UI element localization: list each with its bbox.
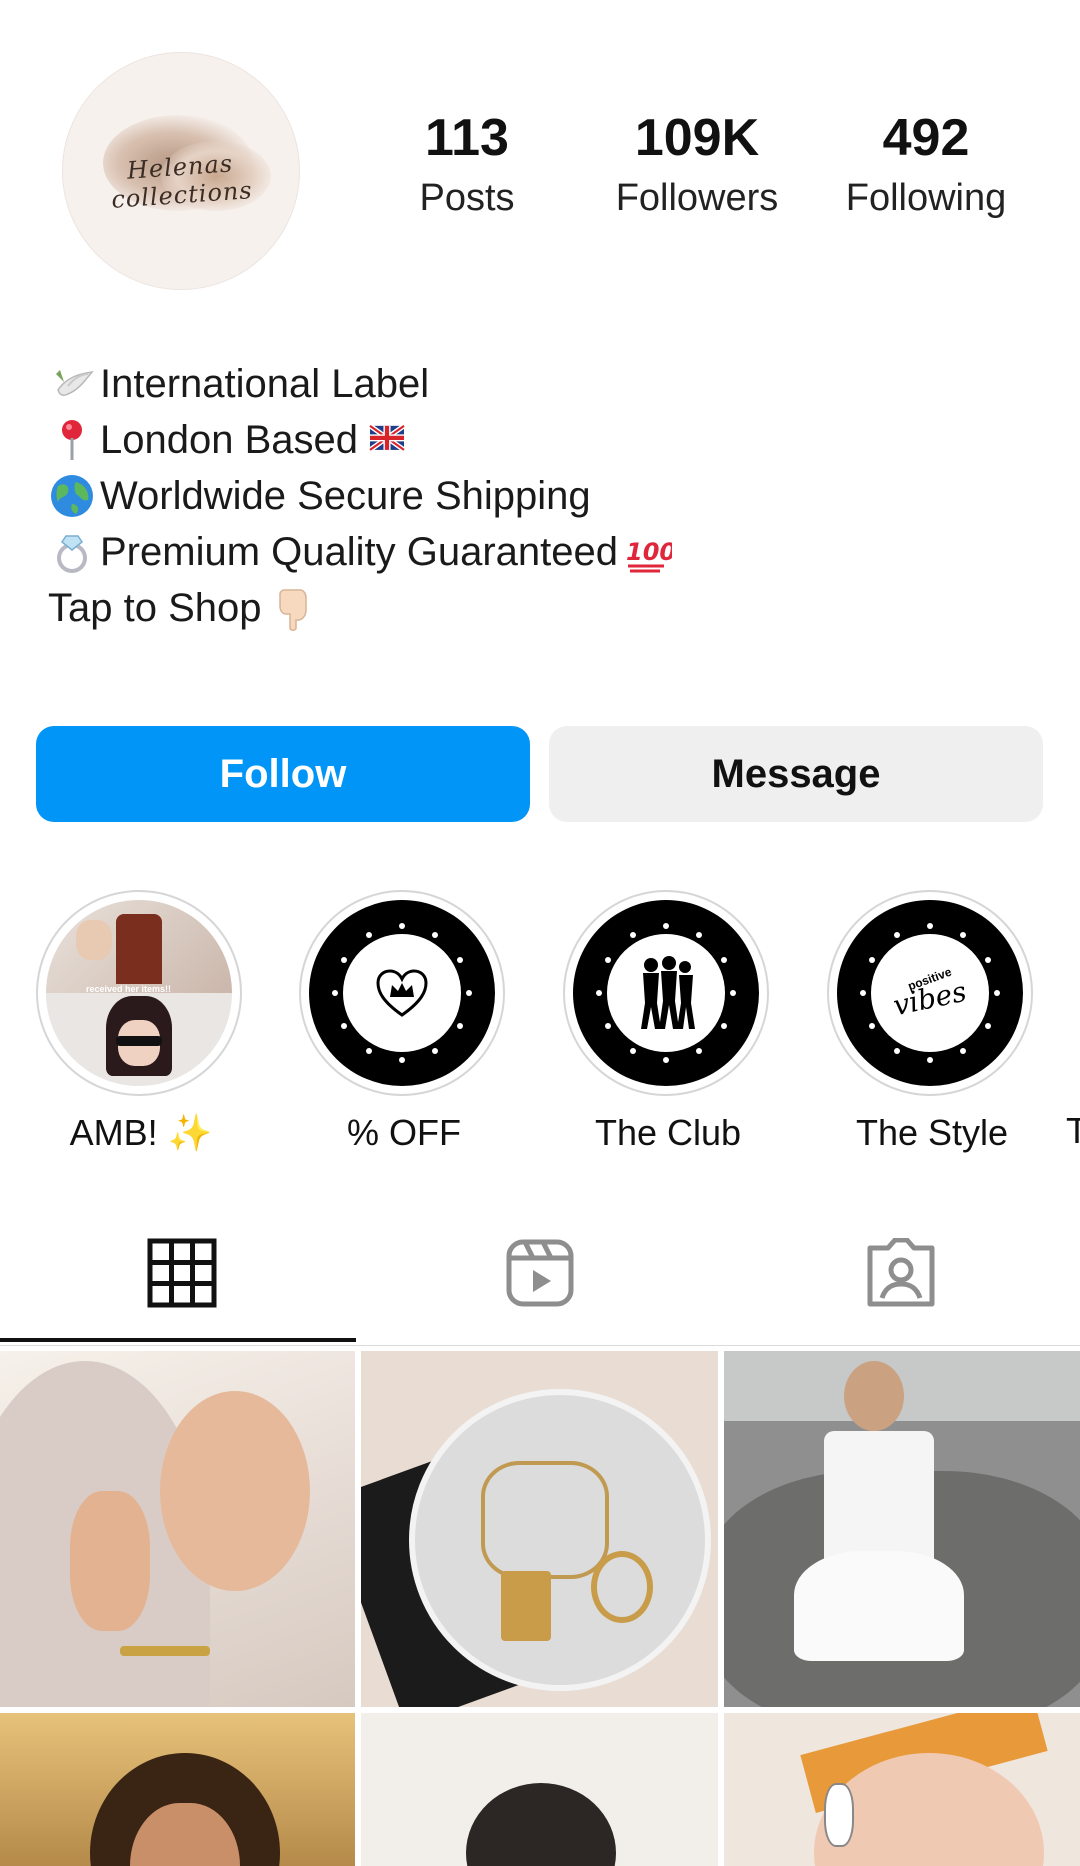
- followers-count: 109K: [634, 109, 760, 167]
- highlight-label: The Club: [594, 1112, 742, 1153]
- highlight-ring: [299, 890, 505, 1096]
- following-count: 492: [882, 109, 970, 167]
- followers-label: Followers: [615, 177, 779, 219]
- post-tile[interactable]: [724, 1713, 1080, 1866]
- following-label: Following: [845, 177, 1007, 219]
- profile-avatar[interactable]: Helenas collections: [62, 52, 300, 290]
- post-tile[interactable]: [361, 1351, 718, 1707]
- highlight-label-partial[interactable]: T: [1066, 1110, 1080, 1154]
- highlight-inner: [343, 934, 461, 1052]
- reels-icon[interactable]: [505, 1238, 575, 1308]
- posts-label: Posts: [419, 177, 515, 219]
- highlight-amb[interactable]: received her items!! AMB! ✨: [36, 890, 246, 1154]
- highlight-label: The Style: [855, 1112, 1009, 1153]
- highlight-cover: positive vibes: [837, 900, 1023, 1086]
- hundred-points-icon: 100: [626, 538, 672, 573]
- dove-icon: [56, 370, 94, 396]
- silhouettes-icon: [641, 956, 695, 1029]
- highlight-the-club[interactable]: The Club: [563, 890, 773, 1154]
- highlight-cover: [573, 900, 759, 1086]
- highlight-off[interactable]: % OFF: [299, 890, 509, 1154]
- posts-count: 113: [425, 109, 509, 167]
- highlight-label: % OFF: [347, 1112, 461, 1153]
- highlight-inner: positive vibes: [871, 934, 989, 1052]
- highlight-the-style[interactable]: positive vibes The Style: [827, 890, 1037, 1154]
- tab-divider: [0, 1345, 1080, 1346]
- bio-line: London Based: [48, 412, 676, 468]
- heart-crown-icon: [376, 969, 428, 1017]
- highlight-cover: [309, 900, 495, 1086]
- stat-following[interactable]: 492 Following: [826, 112, 1026, 220]
- bio-text: Worldwide Secure Shipping: [100, 474, 591, 518]
- bio-text: International Label: [100, 362, 430, 406]
- highlight-overlay-text: received her items!!: [86, 984, 172, 994]
- stat-followers[interactable]: 109K Followers: [597, 112, 797, 220]
- highlight-cover: received her items!!: [46, 900, 232, 1086]
- bio-text: London Based: [100, 418, 359, 462]
- highlight-ring: [563, 890, 769, 1096]
- svg-text:100: 100: [626, 538, 672, 566]
- uk-flag-icon: [368, 423, 406, 452]
- post-tile[interactable]: [361, 1713, 718, 1866]
- message-button[interactable]: Message: [549, 726, 1043, 822]
- bio-line: Tap to Shop: [48, 580, 676, 636]
- bio-line: Premium Quality Guaranteed 100: [48, 524, 676, 580]
- vibes-text-bottom: vibes: [890, 974, 970, 1022]
- bio-text: Tap to Shop: [48, 586, 262, 630]
- profile-bio: International Label London Based Worldwi…: [48, 356, 676, 636]
- post-tile[interactable]: [724, 1351, 1080, 1707]
- ring-icon: [57, 535, 87, 573]
- bio-line: Worldwide Secure Shipping: [48, 468, 676, 524]
- globe-icon: [51, 475, 93, 517]
- pointing-down-icon: [278, 589, 307, 631]
- active-tab-indicator: [0, 1338, 356, 1342]
- pin-icon: [62, 420, 82, 460]
- highlight-ring: positive vibes: [827, 890, 1033, 1096]
- highlight-label: AMB! ✨: [69, 1112, 213, 1153]
- stat-posts[interactable]: 113 Posts: [367, 112, 567, 220]
- highlight-ring: received her items!!: [36, 890, 242, 1096]
- post-tile[interactable]: [0, 1713, 355, 1866]
- highlight-inner: [607, 934, 725, 1052]
- post-tile[interactable]: [0, 1351, 355, 1707]
- tagged-icon[interactable]: [866, 1238, 936, 1308]
- avatar-logo-script: Helenas collections: [110, 149, 254, 214]
- bio-line: International Label: [48, 356, 676, 412]
- bio-text: Premium Quality Guaranteed: [100, 530, 619, 574]
- grid-icon[interactable]: [147, 1238, 217, 1308]
- follow-button[interactable]: Follow: [36, 726, 530, 822]
